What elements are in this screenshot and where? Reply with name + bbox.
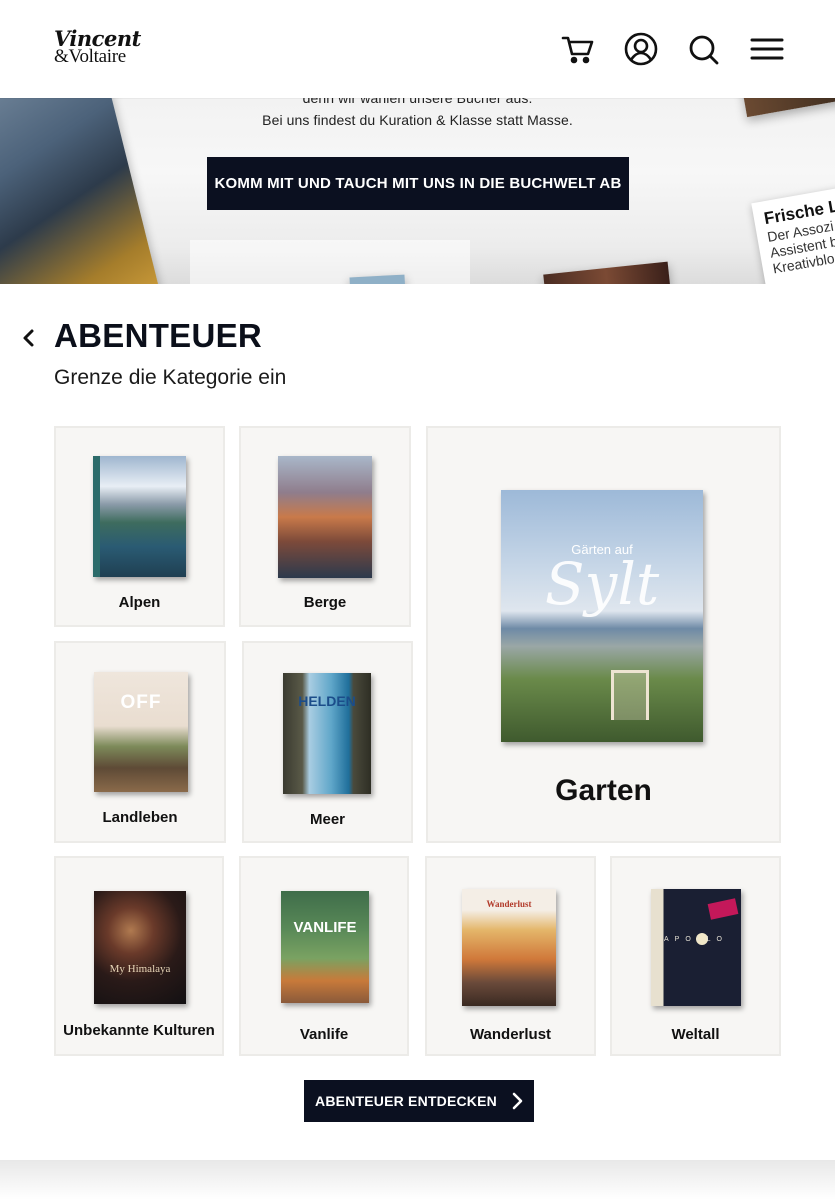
book-cover: Gärten auf Sylt xyxy=(501,490,703,742)
book-cover xyxy=(93,456,186,577)
cover-title: My Himalaya xyxy=(109,963,171,975)
category-tile-wanderlust[interactable]: Wanderlust Wanderlust xyxy=(425,856,596,1056)
account-icon[interactable] xyxy=(623,31,659,67)
menu-icon[interactable] xyxy=(749,31,785,67)
explore-button-label: ABENTEUER ENTDECKEN xyxy=(315,1093,497,1109)
cover-title: OFF xyxy=(120,692,162,713)
tile-label: Landleben xyxy=(102,809,178,826)
hero-photo-bottom xyxy=(543,261,672,284)
book-cover: Wanderlust xyxy=(462,889,556,1006)
book-cover: HELDEN xyxy=(283,673,371,794)
tile-label: Alpen xyxy=(118,594,161,611)
hero-cta-button[interactable]: KOMM MIT UND TAUCH MIT UNS IN DIE BUCHWE… xyxy=(207,157,629,210)
tile-label: Vanlife xyxy=(299,1026,349,1043)
book-cover: VANLIFE xyxy=(281,891,369,1003)
category-tile-weltall[interactable]: APOLLO Weltall xyxy=(610,856,781,1056)
category-tile-berge[interactable]: Berge xyxy=(239,426,411,627)
cover-script: Sylt xyxy=(544,550,660,618)
book-cover: OFF xyxy=(94,672,188,792)
category-tile-vanlife[interactable]: VANLIFE Vanlife xyxy=(239,856,409,1056)
explore-category-button[interactable]: ABENTEUER ENTDECKEN xyxy=(304,1080,534,1122)
hero-photo-bottom-small xyxy=(349,274,406,284)
hero-glare xyxy=(190,240,470,284)
book-cover: My Himalaya xyxy=(94,891,186,1004)
tile-label: Wanderlust xyxy=(469,1026,552,1043)
tile-label: Berge xyxy=(303,594,347,611)
cover-title: APOLLO xyxy=(663,936,728,943)
cover-title: HELDEN xyxy=(298,693,356,709)
hero-text: Bei uns findest du Kuration & Klasse sta… xyxy=(262,112,573,128)
category-subtitle: Grenze die Kategorie ein xyxy=(54,366,287,389)
category-title: ABENTEUER xyxy=(54,317,263,354)
category-tile-alpen[interactable]: Alpen xyxy=(54,426,225,627)
tile-label: Garten xyxy=(555,774,652,807)
book-cover xyxy=(278,456,372,578)
hero-banner: Frische L Der Assozi Assistent b Kreativ… xyxy=(0,98,835,284)
cover-title: VANLIFE xyxy=(293,919,357,936)
logo-line-2: &Voltaire xyxy=(54,46,126,67)
category-tile-garten[interactable]: Gärten auf Sylt Garten xyxy=(426,426,781,843)
hero-text-partial: denn wir wählen unsere Bücher aus. xyxy=(302,98,533,106)
category-tile-meer[interactable]: HELDEN Meer xyxy=(242,641,413,843)
back-chevron-icon[interactable] xyxy=(18,326,40,350)
tile-label: Meer xyxy=(309,811,346,828)
cart-icon[interactable] xyxy=(560,31,596,67)
logo[interactable]: Vincent &Voltaire xyxy=(54,28,141,72)
category-tile-landleben[interactable]: OFF Landleben xyxy=(54,641,226,843)
section-bottom-shadow xyxy=(0,1160,835,1200)
tile-label: Weltall xyxy=(671,1026,720,1043)
cover-title: Wanderlust xyxy=(486,899,532,909)
hero-note-card: Frische L Der Assozi Assistent b Kreativ… xyxy=(751,184,835,284)
tile-label: Unbekannte Kulturen xyxy=(63,1022,215,1039)
site-header: Vincent &Voltaire xyxy=(0,0,835,98)
category-tile-unbekannte-kulturen[interactable]: My Himalaya Unbekannte Kulturen xyxy=(54,856,224,1056)
book-cover: APOLLO xyxy=(651,889,741,1006)
chevron-right-icon xyxy=(511,1092,523,1110)
search-icon[interactable] xyxy=(686,31,722,67)
